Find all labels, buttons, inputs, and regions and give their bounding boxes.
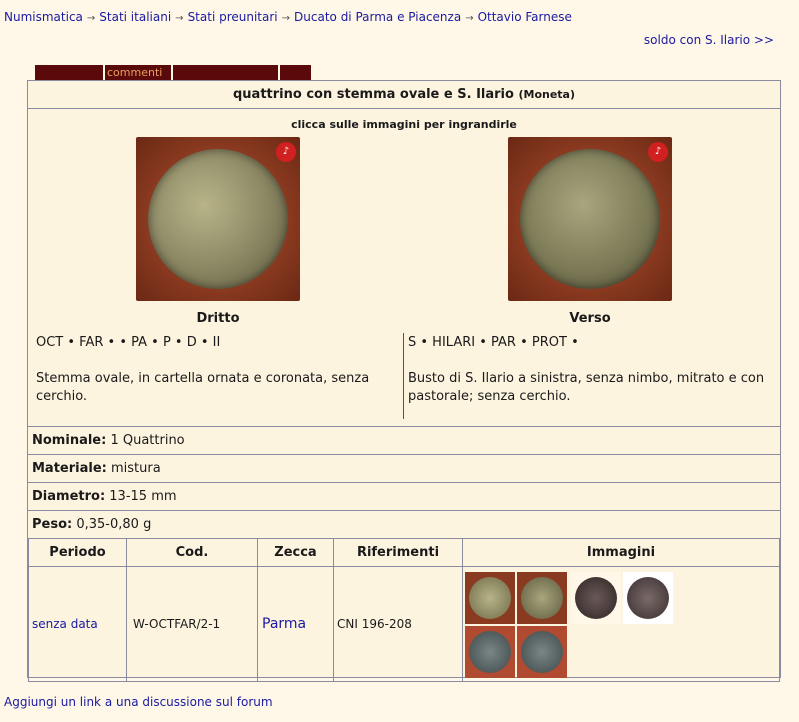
lamoneta-logo-icon: ♪ <box>648 142 668 162</box>
tab-descrizione[interactable]: descrizione <box>35 65 103 80</box>
thumbnail-coin <box>521 577 563 619</box>
breadcrumb-separator: → <box>86 13 96 24</box>
thumbnail-coin <box>575 577 617 619</box>
reverse-description: Busto di S. Ilario a sinistra, senza nim… <box>408 371 765 404</box>
table-row: senza data W-OCTFAR/2-1 Parma CNI 196-20… <box>28 566 780 682</box>
field-materiale: Materiale: mistura <box>28 454 780 481</box>
table-header-row: Periodo Cod. Zecca Riferimenti Immagini <box>28 538 780 567</box>
thumbnail-image[interactable] <box>623 572 673 624</box>
breadcrumb-separator: → <box>465 13 474 24</box>
field-diametro: Diametro: 13-15 mm <box>28 482 780 509</box>
lamoneta-logo-icon: ♪ <box>276 142 296 162</box>
reverse-image[interactable]: ♪ <box>508 137 672 301</box>
breadcrumb-stati-preunitari[interactable]: Stati preunitari <box>188 10 278 24</box>
field-value: mistura <box>111 461 161 476</box>
header-riferimenti: Riferimenti <box>333 538 463 567</box>
thumbnail-image[interactable] <box>465 572 515 624</box>
thumbnail-image[interactable] <box>517 572 567 624</box>
cell-riferimenti: CNI 196-208 <box>333 566 463 682</box>
obverse-legend: OCT • FAR • • PA • P • D • II <box>36 335 221 350</box>
next-coin-link[interactable]: soldo con S. Ilario >> <box>644 33 774 47</box>
coin-title-text: quattrino con stemma ovale e S. Ilario <box>233 87 514 102</box>
header-cod: Cod. <box>126 538 258 567</box>
breadcrumb-ottavio-farnese[interactable]: Ottavio Farnese <box>478 10 572 24</box>
obverse-coin <box>148 149 288 289</box>
obverse-image[interactable]: ♪ <box>136 137 300 301</box>
thumbnail-coin <box>469 631 511 673</box>
field-label: Nominale: <box>32 433 107 448</box>
breadcrumb-separator: → <box>281 13 291 24</box>
reverse-coin <box>520 149 660 289</box>
coin-title: quattrino con stemma ovale e S. Ilario (… <box>28 81 780 109</box>
breadcrumb-stati-italiani[interactable]: Stati italiani <box>99 10 171 24</box>
enlarge-hint: clicca sulle immagini per ingrandirle <box>291 118 517 131</box>
breadcrumb-separator: → <box>175 13 184 24</box>
zecca-link[interactable]: Parma <box>262 616 306 632</box>
breadcrumb-ducato[interactable]: Ducato di Parma e Piacenza <box>294 10 461 24</box>
breadcrumb: Numismatica → Stati italiani → Stati preunit… <box>4 10 572 24</box>
reverse-label: Verso <box>569 311 611 326</box>
face-divider <box>403 333 404 419</box>
field-label: Peso: <box>32 517 73 532</box>
reverse-legend: S • HILARI • PAR • PROT • <box>408 335 579 350</box>
field-value: 1 Quattrino <box>110 433 185 448</box>
tab-bar: descrizione commenti aggiungi un comment… <box>35 65 313 80</box>
header-periodo: Periodo <box>28 538 127 567</box>
tab-stat[interactable]: stat <box>280 65 311 80</box>
tab-aggiungi-commento[interactable]: aggiungi un commento <box>173 65 278 80</box>
field-label: Diametro: <box>32 489 106 504</box>
cell-immagini <box>462 566 780 682</box>
obverse-details: OCT • FAR • • PA • P • D • II Stemma ova… <box>36 334 396 406</box>
coin-card: quattrino con stemma ovale e S. Ilario (… <box>27 80 781 682</box>
field-value: 0,35-0,80 g <box>76 517 152 532</box>
obverse-label: Dritto <box>196 311 240 326</box>
thumbnail-image[interactable] <box>571 572 621 624</box>
cell-cod: W-OCTFAR/2-1 <box>126 566 258 682</box>
field-peso: Peso: 0,35-0,80 g <box>28 510 780 537</box>
thumbnail-coin <box>521 631 563 673</box>
field-nominale: Nominale: 1 Quattrino <box>28 426 780 453</box>
thumbnail-coin <box>627 577 669 619</box>
breadcrumb-numismatica[interactable]: Numismatica <box>4 10 83 24</box>
thumbnail-gallery <box>463 568 779 680</box>
thumbnail-image[interactable] <box>465 626 515 678</box>
thumbnail-coin <box>469 577 511 619</box>
tab-commenti[interactable]: commenti <box>105 65 171 80</box>
header-zecca: Zecca <box>257 538 334 567</box>
header-immagini: Immagini <box>462 538 780 567</box>
cell-zecca: Parma <box>257 566 334 682</box>
cell-periodo: senza data <box>28 566 127 682</box>
coin-title-type: (Moneta) <box>518 88 575 101</box>
field-label: Materiale: <box>32 461 107 476</box>
obverse-description: Stemma ovale, in cartella ornata e coron… <box>36 371 370 404</box>
reverse-details: S • HILARI • PAR • PROT • Busto di S. Il… <box>408 334 772 406</box>
periodo-link[interactable]: senza data <box>32 617 98 631</box>
add-forum-link[interactable]: Aggiungi un link a una discussione sul f… <box>4 695 273 709</box>
variants-table: Periodo Cod. Zecca Riferimenti Immagini … <box>28 538 780 682</box>
field-value: 13-15 mm <box>109 489 177 504</box>
thumbnail-image[interactable] <box>517 626 567 678</box>
